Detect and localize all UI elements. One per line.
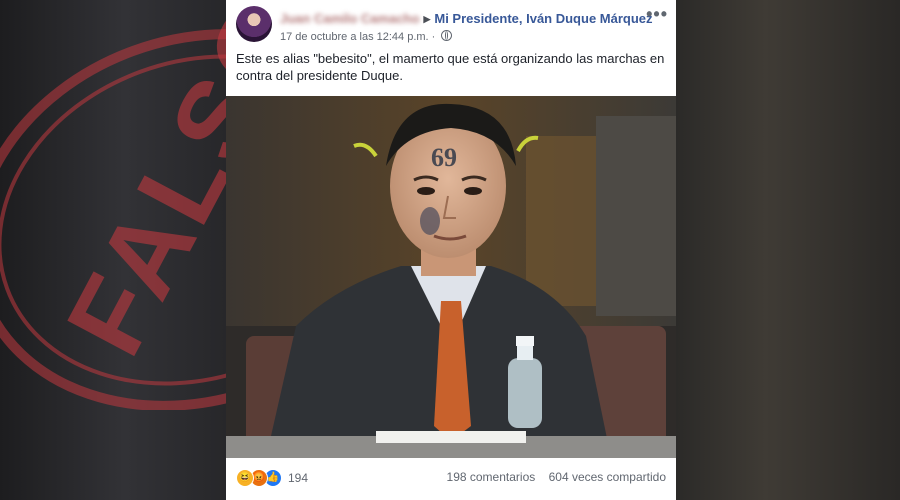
author-name[interactable]: Juan Camilo Camacho (280, 11, 419, 26)
post-text: Este es alias "bebesito", el mamerto que… (236, 51, 665, 83)
comments-count-link[interactable]: 198 comentarios (447, 470, 536, 484)
avatar[interactable] (236, 6, 272, 42)
post-meta: 17 de octubre a las 12:44 p.m. · (280, 30, 453, 43)
share-arrow-icon: ▶ (423, 14, 431, 24)
post-photo[interactable]: 69 (226, 96, 676, 458)
facebook-post-card: Juan Camilo Camacho ▶ Mi Presidente, Iván … (226, 0, 676, 500)
engagement-stats: 198 comentarios 604 veces compartido (447, 470, 666, 484)
post-header: Juan Camilo Camacho ▶ Mi Presidente, Iván … (226, 0, 676, 48)
haha-reaction-icon: 😆 (236, 469, 254, 487)
forehead-tattoo: 69 (431, 143, 457, 172)
shares-count-link[interactable]: 604 veces compartido (549, 470, 666, 484)
background-left-panel (0, 0, 226, 500)
reaction-count[interactable]: 194 (288, 471, 308, 485)
photo-illustration: 69 (226, 96, 676, 458)
background-right-panel (676, 0, 900, 500)
more-options-icon[interactable]: ••• (646, 4, 668, 25)
post-title-line: Juan Camilo Camacho ▶ Mi Presidente, Iván … (280, 11, 653, 26)
page-name-link[interactable]: Mi Presidente, Iván Duque Márquez (434, 11, 652, 26)
reactions-summary[interactable]: 😆 😡 👍 194 (236, 469, 308, 487)
globe-icon (441, 30, 453, 41)
post-timestamp[interactable]: 17 de octubre a las 12:44 p.m. (280, 31, 429, 43)
